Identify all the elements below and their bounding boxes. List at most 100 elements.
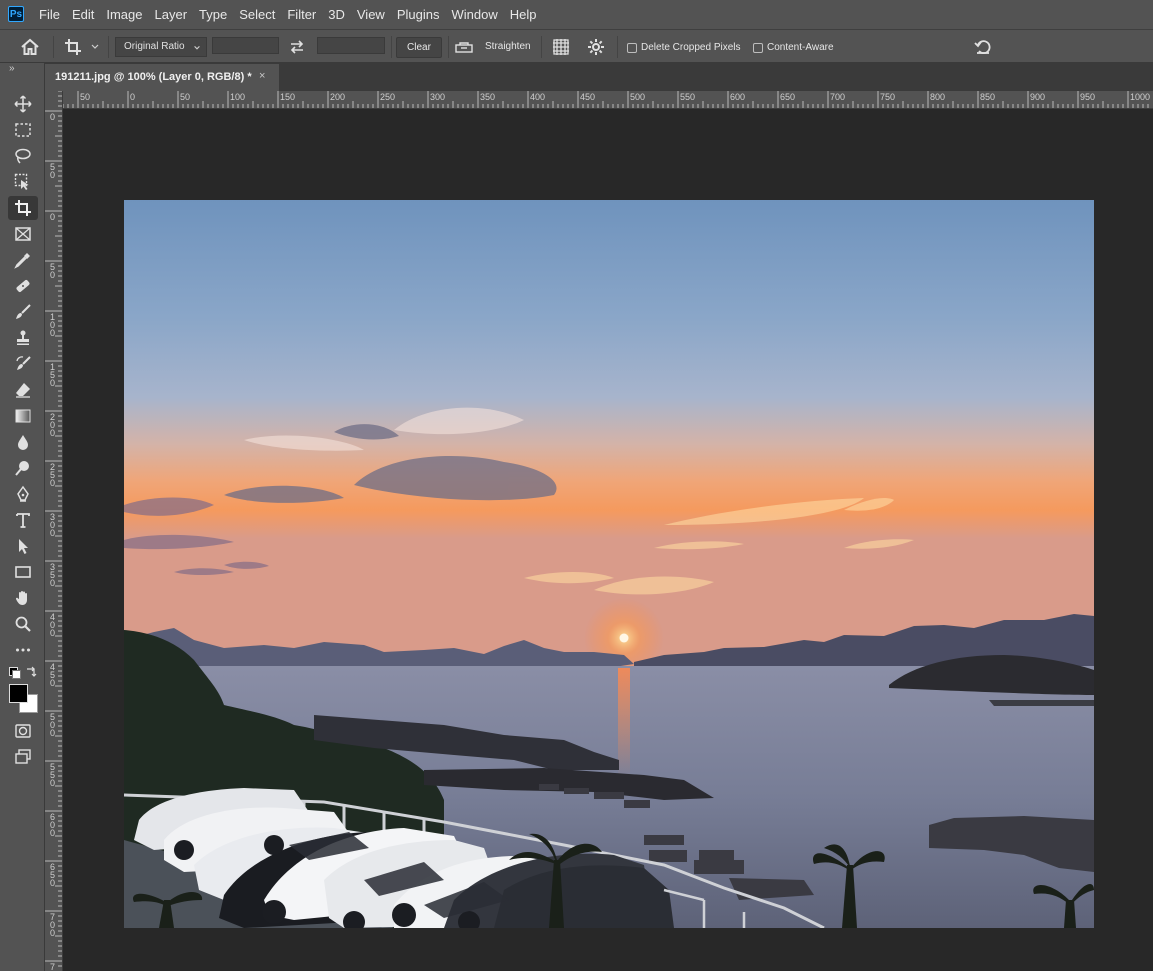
quick-mask-tool[interactable]	[8, 719, 38, 743]
overlay-options-button[interactable]	[552, 30, 570, 63]
object-select-tool[interactable]	[8, 170, 38, 194]
history-brush-tool[interactable]	[8, 352, 38, 376]
hand-tool[interactable]	[8, 586, 38, 610]
rectangle-icon	[15, 566, 31, 578]
object-selection-icon	[14, 173, 29, 190]
level-icon	[455, 41, 473, 53]
lasso-tool[interactable]	[8, 144, 38, 168]
ruler-label: 750	[880, 92, 896, 102]
chevron-down-icon	[91, 44, 99, 49]
more-tools[interactable]	[8, 638, 38, 662]
chevron-down-icon	[194, 46, 200, 50]
menu-3d[interactable]: 3D	[322, 0, 351, 29]
crop-settings-button[interactable]	[587, 30, 605, 63]
crop-preset-picker[interactable]	[64, 30, 100, 63]
ratio-height-field[interactable]	[317, 37, 385, 54]
ruler-label: 100	[50, 312, 56, 338]
pen-tool[interactable]	[8, 482, 38, 506]
gear-icon	[588, 38, 604, 55]
home-button[interactable]	[20, 30, 40, 63]
document-canvas[interactable]	[124, 200, 1094, 928]
menu-help[interactable]: Help	[504, 0, 543, 29]
ruler-label: 400	[50, 612, 56, 638]
ruler-label: 450	[50, 662, 56, 688]
ratio-width-field[interactable]	[212, 37, 279, 54]
menu-edit[interactable]: Edit	[66, 0, 100, 29]
ruler-label: 550	[50, 762, 56, 788]
clear-button[interactable]: Clear	[396, 37, 442, 58]
rectangle-tool[interactable]	[8, 560, 38, 584]
ruler-label: 500	[630, 92, 646, 102]
crop-tool[interactable]	[8, 196, 38, 220]
path-select-tool[interactable]	[8, 534, 38, 558]
content-aware-checkbox[interactable]	[753, 43, 763, 53]
marquee-tool[interactable]	[8, 118, 38, 142]
document-tab[interactable]: 191211.jpg @ 100% (Layer 0, RGB/8) * ×	[45, 64, 279, 91]
collapse-panel-icon[interactable]: »	[9, 63, 15, 74]
frame-icon	[15, 227, 31, 241]
ruler-label: 250	[380, 92, 396, 102]
ruler-label: 200	[330, 92, 346, 102]
quick-mask-icon	[15, 724, 31, 738]
menu-items: File Edit Image Layer Type Select Filter…	[33, 0, 542, 29]
photoshop-logo-icon[interactable]: Ps	[8, 6, 24, 22]
clone-stamp-tool[interactable]	[8, 326, 38, 350]
eyedropper-tool[interactable]	[8, 248, 38, 272]
grid-overlay-icon	[553, 38, 569, 55]
zoom-tool[interactable]	[8, 612, 38, 636]
menu-file[interactable]: File	[33, 0, 66, 29]
dodge-tool[interactable]	[8, 456, 38, 480]
menu-view[interactable]: View	[351, 0, 391, 29]
menu-filter[interactable]: Filter	[281, 0, 322, 29]
move-icon	[14, 95, 32, 113]
ruler-label: 50	[50, 162, 56, 180]
ruler-label: 350	[50, 562, 56, 588]
brush-tool[interactable]	[8, 300, 38, 324]
history-brush-icon	[16, 356, 31, 370]
crop-icon	[65, 38, 81, 55]
brush-icon	[16, 304, 31, 319]
screen-mode-icon	[15, 749, 31, 764]
ratio-select[interactable]: Original Ratio	[115, 37, 207, 57]
straighten-button[interactable]	[455, 30, 473, 63]
ruler-label: 700	[50, 912, 56, 938]
menu-plugins[interactable]: Plugins	[391, 0, 446, 29]
close-icon[interactable]: ×	[259, 70, 265, 82]
document-tab-strip: 191211.jpg @ 100% (Layer 0, RGB/8) * ×	[45, 63, 1153, 91]
screen-mode-tool[interactable]	[8, 745, 38, 769]
ruler-label: 900	[1030, 92, 1046, 102]
ruler-label: 650	[50, 862, 56, 888]
menu-image[interactable]: Image	[100, 0, 148, 29]
menu-type[interactable]: Type	[193, 0, 233, 29]
blur-tool[interactable]	[8, 430, 38, 454]
ruler-label: 1000	[1130, 92, 1151, 102]
menu-select[interactable]: Select	[233, 0, 281, 29]
hand-icon	[15, 591, 27, 605]
gradient-tool[interactable]	[8, 404, 38, 428]
frame-tool[interactable]	[8, 222, 38, 246]
horizontal-ruler[interactable]: 50 0 50 100 150 200 250 300 350 400 450 500 550 600 65…	[62, 91, 1153, 109]
dodge-icon	[15, 461, 29, 476]
menu-window[interactable]: Window	[445, 0, 503, 29]
ruler-label: 0	[130, 92, 136, 102]
magnifier-icon	[15, 616, 31, 632]
pen-icon	[17, 485, 29, 502]
swap-colors-icon[interactable]	[25, 665, 37, 683]
ruler-label: 100	[230, 92, 246, 102]
swap-dimensions-button[interactable]	[289, 30, 305, 63]
healing-brush-tool[interactable]	[8, 274, 38, 298]
default-colors-icon[interactable]	[9, 667, 21, 679]
ruler-label: 50	[180, 92, 191, 102]
vertical-ruler[interactable]: 0 50 0 50 100 150 200 250 300 350 400 450 500 550 600 6…	[45, 91, 63, 971]
ruler-label: 450	[580, 92, 596, 102]
eraser-tool[interactable]	[8, 378, 38, 402]
type-icon	[16, 513, 30, 528]
menu-layer[interactable]: Layer	[149, 0, 194, 29]
reset-button[interactable]	[974, 30, 992, 63]
type-tool[interactable]	[8, 508, 38, 532]
delete-cropped-checkbox[interactable]	[627, 43, 637, 53]
swap-arrows-icon	[290, 39, 304, 54]
droplet-icon	[18, 435, 28, 450]
foreground-color-swatch[interactable]	[9, 684, 28, 703]
move-tool[interactable]	[8, 92, 38, 116]
